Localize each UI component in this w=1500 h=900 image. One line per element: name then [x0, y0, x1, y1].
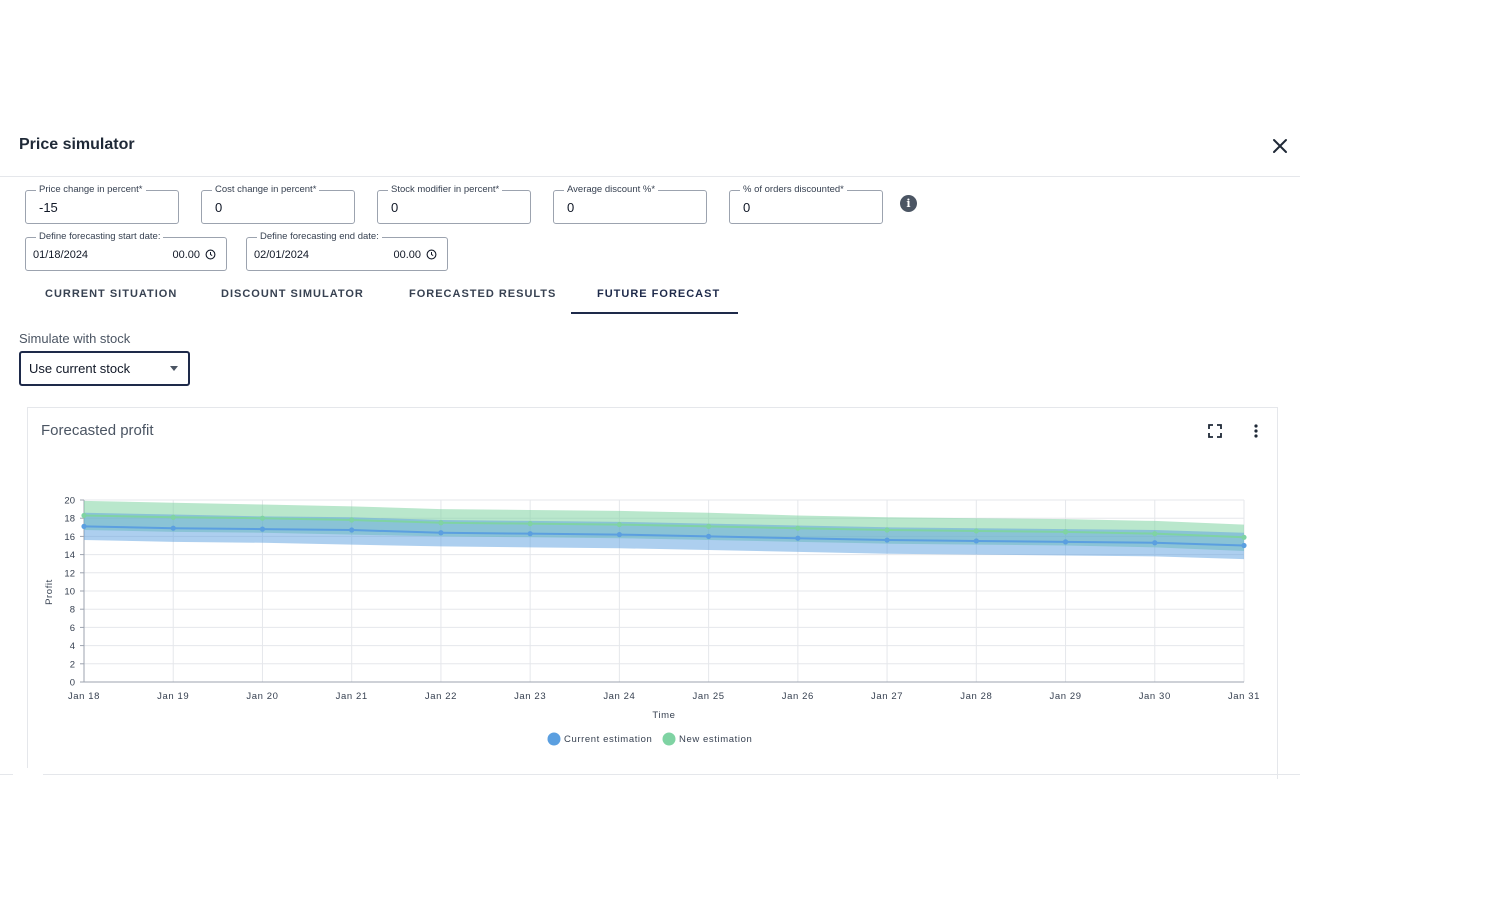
simulate-stock-label: Simulate with stock: [19, 331, 131, 346]
tab-forecasted-results[interactable]: FORECASTED RESULTS: [409, 288, 556, 300]
end-date-label: Define forecasting end date:: [257, 231, 382, 243]
start-time-value: 00.00: [172, 249, 200, 261]
cost-change-value: 0: [215, 200, 223, 215]
orders-discounted-field[interactable]: % of orders discounted* 0: [729, 184, 883, 224]
close-icon[interactable]: [1268, 134, 1292, 158]
tab-future-forecast[interactable]: FUTURE FORECAST: [597, 288, 720, 300]
dialog-title: Price simulator: [19, 136, 135, 153]
price-change-value: -15: [39, 200, 58, 215]
stock-modifier-label: Stock modifier in percent*: [388, 184, 503, 196]
info-icon[interactable]: i: [900, 195, 917, 212]
average-discount-label: Average discount %*: [564, 184, 659, 196]
stock-modifier-value: 0: [391, 200, 399, 215]
start-date-value: 01/18/2024: [33, 249, 89, 261]
start-date-label: Define forecasting start date:: [36, 231, 164, 243]
stock-select[interactable]: Use current stock: [19, 351, 190, 386]
tab-current-situation[interactable]: CURRENT SITUATION: [45, 288, 177, 300]
average-discount-value: 0: [567, 200, 575, 215]
cost-change-label: Cost change in percent*: [212, 184, 320, 196]
caret-down-icon: [170, 366, 178, 371]
more-vert-icon[interactable]: [1248, 423, 1264, 439]
tab-discount-simulator[interactable]: DISCOUNT SIMULATOR: [221, 288, 364, 300]
stock-select-value: Use current stock: [29, 361, 131, 376]
active-tab-indicator: [571, 312, 738, 314]
stock-modifier-field[interactable]: Stock modifier in percent* 0: [377, 184, 531, 224]
clock-icon[interactable]: [426, 249, 437, 260]
orders-discounted-value: 0: [743, 200, 751, 215]
cost-change-field[interactable]: Cost change in percent* 0: [201, 184, 355, 224]
orders-discounted-label: % of orders discounted*: [740, 184, 847, 196]
price-change-label: Price change in percent*: [36, 184, 146, 196]
start-date-field[interactable]: Define forecasting start date: 01/18/202…: [25, 231, 227, 271]
end-date-field[interactable]: Define forecasting end date: 02/01/2024 …: [246, 231, 448, 271]
fullscreen-icon[interactable]: [1207, 423, 1223, 439]
chart-title: Forecasted profit: [41, 422, 154, 439]
chart-card: [27, 407, 1278, 779]
end-date-value: 02/01/2024: [254, 249, 310, 261]
end-time-value: 00.00: [393, 249, 421, 261]
footer-divider: [0, 774, 1300, 775]
average-discount-field[interactable]: Average discount %* 0: [553, 184, 707, 224]
header-divider: [0, 176, 1300, 177]
clock-icon[interactable]: [205, 249, 216, 260]
price-change-field[interactable]: Price change in percent* -15: [25, 184, 179, 224]
